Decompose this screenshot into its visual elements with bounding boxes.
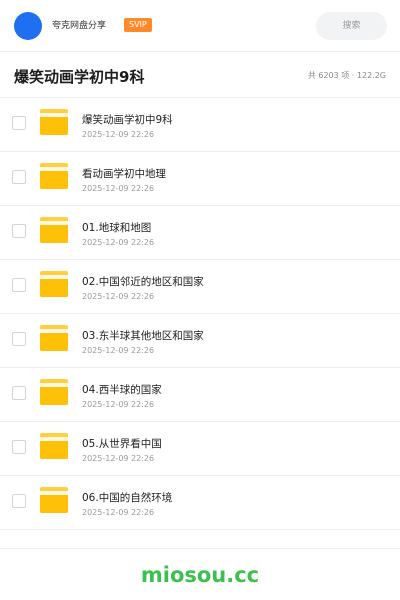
item-date: 2025-12-09 22:26 — [82, 130, 155, 139]
checkbox[interactable] — [12, 332, 26, 346]
folder-icon — [40, 271, 68, 297]
list-item[interactable]: 03.东半球其他地区和国家 2025-12-09 22:26 — [0, 314, 400, 368]
list-item[interactable]: 看动画学初中地理 2025-12-09 22:26 — [0, 152, 400, 206]
item-name: 06.中国的自然环境 — [82, 492, 173, 504]
list-item[interactable]: 05.从世界看中国 2025-12-09 22:26 — [0, 422, 400, 476]
checkbox[interactable] — [12, 278, 26, 292]
page-title: 爆笑动画学初中9科 — [14, 68, 145, 86]
item-count-size: 共 6203 项 · 122.2G — [307, 71, 386, 80]
item-name: 04.西半球的国家 — [82, 384, 162, 396]
folder-icon — [40, 109, 68, 135]
item-name: 05.从世界看中国 — [82, 438, 162, 450]
share-title: 夸克网盘分享 — [52, 21, 107, 31]
checkbox[interactable] — [12, 224, 26, 238]
top-bar: 夸克网盘分享 SVIP — [0, 0, 400, 52]
checkbox[interactable] — [12, 170, 26, 184]
item-date: 2025-12-09 22:26 — [82, 400, 155, 409]
folder-icon — [40, 217, 68, 243]
item-date: 2025-12-09 22:26 — [82, 184, 155, 193]
checkbox[interactable] — [12, 116, 26, 130]
site-brand: miosou.cc — [140, 563, 260, 587]
item-name: 03.东半球其他地区和国家 — [82, 330, 204, 342]
folder-icon — [40, 325, 68, 351]
item-name: 爆笑动画学初中9科 — [82, 114, 173, 126]
item-name: 01.地球和地图 — [82, 222, 152, 234]
list-item[interactable]: 04.西半球的国家 2025-12-09 22:26 — [0, 368, 400, 422]
folder-icon — [40, 379, 68, 405]
item-date: 2025-12-09 22:26 — [82, 454, 155, 463]
list-item[interactable]: 02.中国邻近的地区和国家 2025-12-09 22:26 — [0, 260, 400, 314]
list-item[interactable]: 01.地球和地图 2025-12-09 22:26 — [0, 206, 400, 260]
item-date: 2025-12-09 22:26 — [82, 346, 155, 355]
folder-icon — [40, 433, 68, 459]
avatar[interactable] — [14, 12, 42, 40]
svip-badge: SVIP — [124, 18, 152, 32]
item-date: 2025-12-09 22:26 — [82, 292, 155, 301]
item-name: 看动画学初中地理 — [82, 168, 166, 180]
folder-icon — [40, 163, 68, 189]
folder-icon — [40, 487, 68, 513]
list-item[interactable]: 爆笑动画学初中9科 2025-12-09 22:26 — [0, 98, 400, 152]
footer: miosou.cc — [0, 548, 400, 600]
item-name: 02.中国邻近的地区和国家 — [82, 276, 204, 288]
item-date: 2025-12-09 22:26 — [82, 238, 155, 247]
checkbox[interactable] — [12, 386, 26, 400]
page-header: 爆笑动画学初中9科 共 6203 项 · 122.2G — [0, 52, 400, 98]
item-date: 2025-12-09 22:26 — [82, 508, 155, 517]
search-input[interactable] — [316, 12, 387, 40]
list-item[interactable]: 06.中国的自然环境 2025-12-09 22:26 — [0, 476, 400, 530]
checkbox[interactable] — [12, 440, 26, 454]
file-list: 爆笑动画学初中9科 2025-12-09 22:26 看动画学初中地理 2025… — [0, 98, 400, 530]
checkbox[interactable] — [12, 494, 26, 508]
